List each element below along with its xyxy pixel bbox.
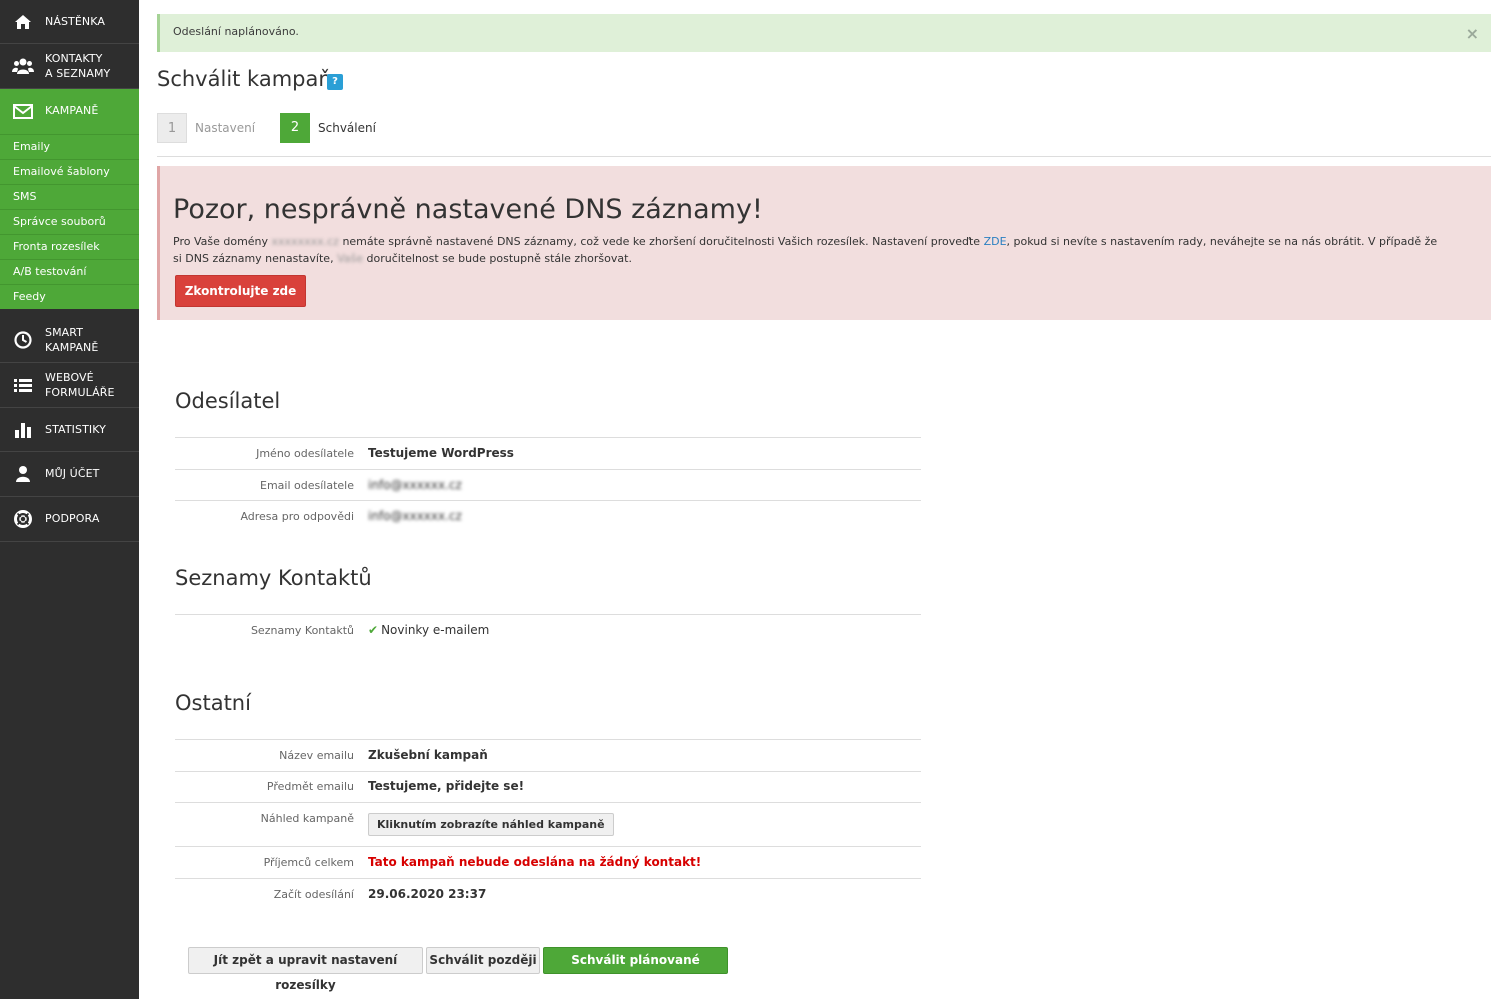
sender-email-label: Email odesílatele	[260, 479, 354, 492]
bar-chart-icon	[12, 419, 34, 441]
approve-later-button[interactable]: Schválit později	[426, 947, 540, 974]
sidebar-item-label: FORMULÁŘE	[45, 386, 115, 399]
blurred-domain: xxxxxxxx.cz	[271, 235, 339, 248]
preview-row: Náhled kampaně Kliknutím zobrazíte náhle…	[175, 802, 921, 846]
sidebar-item-label: KONTAKTY	[45, 52, 103, 65]
help-icon[interactable]: ?	[327, 74, 343, 90]
envelope-icon	[12, 101, 34, 123]
list-icon	[12, 374, 34, 396]
step-number: 2	[280, 113, 310, 143]
recipients-label: Příjemců celkem	[263, 856, 354, 869]
sidebar-item-label: WEBOVÉ	[45, 371, 94, 384]
step-approval: 2 Schválení	[280, 113, 376, 143]
sidebar-item-support[interactable]: PODPORA	[0, 497, 139, 542]
sidebar-item-smart-campaigns[interactable]: SMART KAMPANĚ	[0, 318, 139, 363]
submenu-item-files[interactable]: Správce souborů	[0, 209, 139, 234]
back-edit-button[interactable]: Jít zpět a upravit nastavení rozesílky	[188, 947, 423, 992]
dns-warning-alert: Pozor, nesprávně nastavené DNS záznamy! …	[157, 166, 1491, 320]
approve-scheduled-button[interactable]: Schválit plánované odeslání	[543, 947, 728, 992]
dns-warning-heading: Pozor, nesprávně nastavené DNS záznamy!	[173, 194, 763, 225]
page-title: Schválit kampaň	[157, 67, 332, 91]
reply-address-value: info@xxxxxx.cz	[368, 509, 462, 523]
sidebar-item-label: A SEZNAMY	[45, 67, 111, 80]
email-name-row: Název emailu Zkušební kampaň	[175, 739, 921, 771]
sidebar-item-label: PODPORA	[45, 512, 100, 525]
sender-email-value: info@xxxxxx.cz	[368, 478, 462, 492]
sidebar-item-label: KAMPANĚ	[45, 341, 99, 354]
reply-address-label: Adresa pro odpovědi	[240, 510, 354, 523]
user-icon	[12, 463, 34, 485]
sidebar-item-label: SMART	[45, 326, 84, 339]
sidebar: NÁSTĚNKA KONTAKTY A SEZNAMY KAMPANĚ Emai…	[0, 0, 139, 999]
sender-email-row: Email odesílatele info@xxxxxx.cz	[175, 469, 921, 500]
contact-lists-row: Seznamy Kontaktů ✔ Novinky e-mailem	[175, 614, 921, 646]
other-section-title: Ostatní	[175, 691, 251, 715]
subject-label: Předmět emailu	[266, 780, 354, 793]
close-icon[interactable]: ×	[1466, 24, 1479, 43]
start-row: Začít odesílání 29.06.2020 23:37	[175, 878, 921, 910]
sender-name-value: Testujeme WordPress	[368, 446, 514, 460]
success-alert-message: Odeslání naplánováno.	[173, 25, 299, 38]
email-name-value: Zkušební kampaň	[368, 748, 488, 762]
sidebar-item-campaigns[interactable]: KAMPANĚ	[0, 89, 139, 134]
reply-address-row: Adresa pro odpovědi info@xxxxxx.cz	[175, 500, 921, 532]
contact-lists-label: Seznamy Kontaktů	[250, 624, 354, 637]
sidebar-item-label: MŮJ ÚČET	[45, 467, 100, 480]
submenu-item-sms[interactable]: SMS	[0, 184, 139, 209]
subject-row: Předmět emailu Testujeme, přidejte se!	[175, 771, 921, 802]
step-label: Schválení	[318, 121, 376, 135]
dns-warning-text: Pro Vaše domény xxxxxxxx.cz nemáte správ…	[173, 235, 1438, 265]
contact-list-value: Novinky e-mailem	[381, 623, 490, 637]
sidebar-submenu: Emaily Emailové šablony SMS Správce soub…	[0, 134, 139, 309]
success-alert: Odeslání naplánováno. ×	[157, 14, 1491, 52]
users-icon	[12, 55, 34, 77]
start-label: Začít odesílání	[273, 888, 354, 901]
sender-section-title: Odesílatel	[175, 389, 281, 413]
submenu-item-templates[interactable]: Emailové šablony	[0, 159, 139, 184]
sender-name-label: Jméno odesílatele	[256, 447, 354, 460]
submenu-item-feeds[interactable]: Feedy	[0, 284, 139, 309]
blurred-text: Vaše	[337, 252, 363, 265]
lifebuoy-icon	[12, 508, 34, 530]
submenu-item-queue[interactable]: Fronta rozesílek	[0, 234, 139, 259]
subject-value: Testujeme, přidejte se!	[368, 779, 525, 793]
start-value: 29.06.2020 23:37	[368, 887, 487, 901]
divider	[157, 156, 1491, 157]
preview-button[interactable]: Kliknutím zobrazíte náhled kampaně	[368, 813, 614, 836]
dns-settings-link[interactable]: ZDE	[984, 235, 1007, 248]
clock-icon	[12, 329, 34, 351]
home-icon	[12, 11, 34, 33]
step-label: Nastavení	[195, 121, 256, 135]
sidebar-item-account[interactable]: MŮJ ÚČET	[0, 452, 139, 497]
submenu-item-emails[interactable]: Emaily	[0, 134, 139, 159]
step-settings[interactable]: 1 Nastavení	[157, 113, 255, 143]
check-icon: ✔	[368, 623, 379, 637]
sidebar-item-statistics[interactable]: STATISTIKY	[0, 408, 139, 452]
recipients-row: Příjemců celkem Tato kampaň nebude odesl…	[175, 846, 921, 878]
submenu-item-ab-testing[interactable]: A/B testování	[0, 259, 139, 284]
contacts-section-title: Seznamy Kontaktů	[175, 566, 372, 590]
sidebar-item-dashboard[interactable]: NÁSTĚNKA	[0, 0, 139, 44]
sidebar-item-web-forms[interactable]: WEBOVÉ FORMULÁŘE	[0, 363, 139, 408]
check-dns-button[interactable]: Zkontrolujte zde	[175, 275, 306, 307]
sender-name-row: Jméno odesílatele Testujeme WordPress	[175, 437, 921, 469]
sidebar-item-label: NÁSTĚNKA	[45, 15, 105, 28]
email-name-label: Název emailu	[279, 749, 354, 762]
sidebar-item-label: STATISTIKY	[45, 423, 106, 436]
preview-label: Náhled kampaně	[260, 812, 354, 825]
recipients-warning: Tato kampaň nebude odeslána na žádný kon…	[368, 855, 702, 869]
sidebar-item-label: KAMPANĚ	[45, 104, 99, 117]
sidebar-item-contacts[interactable]: KONTAKTY A SEZNAMY	[0, 44, 139, 89]
step-number: 1	[157, 113, 187, 143]
